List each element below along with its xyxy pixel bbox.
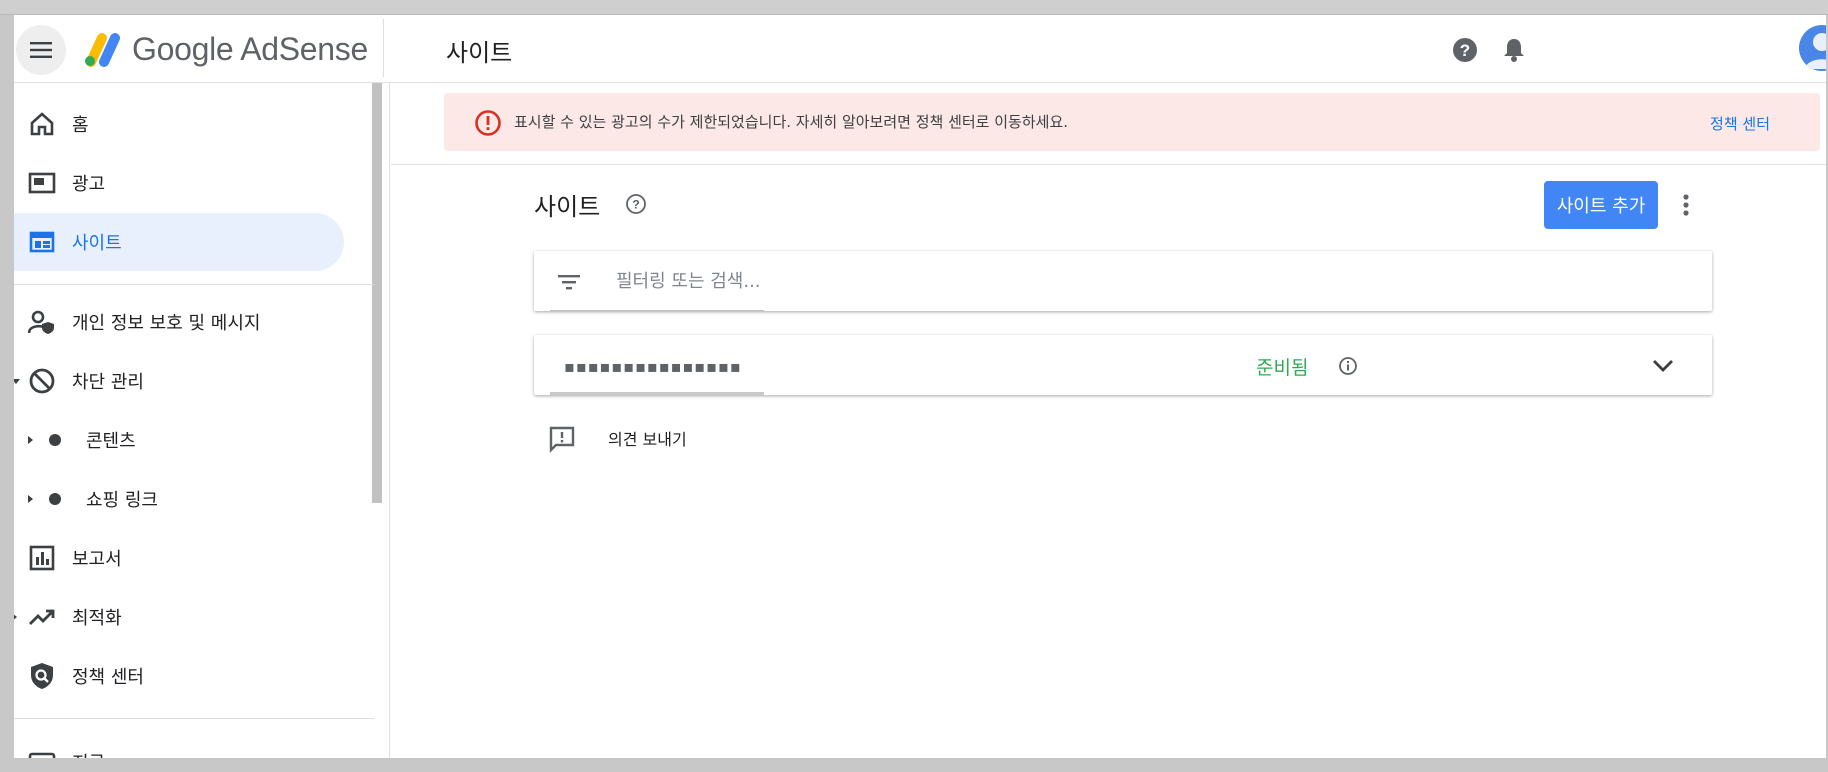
search-underline xyxy=(550,310,764,311)
app-header: Google AdSense 사이트 ? xyxy=(14,15,1826,83)
banner-message: 표시할 수 있는 광고의 수가 제한되었습니다. 자세히 알아보려면 정책 센터… xyxy=(514,113,1069,131)
ads-icon xyxy=(26,167,58,199)
add-site-button[interactable]: 사이트 추가 xyxy=(1544,181,1658,229)
more-options-button[interactable] xyxy=(1672,191,1700,219)
more-vert-icon xyxy=(1683,194,1689,216)
sidebar-item-label: 쇼핑 링크 xyxy=(86,490,158,511)
sidebar-item-label: 정책 센터 xyxy=(72,667,144,688)
feedback-label: 의견 보내기 xyxy=(608,430,687,449)
payments-icon xyxy=(26,746,58,758)
sidebar-nav: 홈 광고 사이트 개인 정보 보호 및 메시지 차단 관리 콘텐츠 쇼핑 링크 … xyxy=(14,83,390,758)
app-name: Google AdSense xyxy=(132,30,368,67)
sidebar-divider xyxy=(14,284,374,285)
bell-icon xyxy=(1504,39,1524,62)
help-button[interactable]: ? xyxy=(1450,35,1480,65)
dot-icon xyxy=(49,434,61,446)
sidebar-item-reports[interactable]: 보고서 xyxy=(14,529,344,587)
adsense-logo-icon xyxy=(85,33,120,67)
dot-icon xyxy=(49,493,61,505)
policy-warning-banner: 표시할 수 있는 광고의 수가 제한되었습니다. 자세히 알아보려면 정책 센터… xyxy=(444,93,1820,151)
sidebar-item-label: 보고서 xyxy=(72,549,122,570)
sidebar-item-policy-center[interactable]: 정책 센터 xyxy=(14,647,344,705)
sidebar-item-label: 콘텐츠 xyxy=(86,431,136,452)
chevron-down-icon[interactable] xyxy=(1649,351,1677,379)
search-input[interactable] xyxy=(616,267,1616,295)
account-avatar[interactable] xyxy=(1799,25,1826,71)
feedback-icon xyxy=(549,426,575,453)
sites-icon xyxy=(26,226,58,258)
sidebar-item-label: 광고 xyxy=(72,174,106,195)
header-divider xyxy=(383,19,384,77)
window-frame-top xyxy=(0,0,1828,15)
send-feedback-button[interactable]: 의견 보내기 xyxy=(548,423,687,455)
sidebar-item-sites[interactable]: 사이트 xyxy=(14,213,344,271)
optimization-icon xyxy=(26,601,58,633)
sidebar-item-content[interactable]: 콘텐츠 xyxy=(14,411,344,469)
privacy-icon xyxy=(26,306,58,338)
sidebar-divider xyxy=(14,718,374,719)
main-menu-button[interactable] xyxy=(16,25,66,75)
browser-window: Google AdSense 사이트 ? 홈 광고 사이트 개인 정보 보호 및… xyxy=(14,15,1826,758)
section-title: 사이트 xyxy=(534,193,601,221)
svg-text:?: ? xyxy=(632,198,639,212)
sidebar-item-label: 사이트 xyxy=(72,233,122,254)
hamburger-icon xyxy=(30,42,52,58)
adsense-logo[interactable]: Google AdSense xyxy=(82,27,368,71)
sidebar-item-privacy-messaging[interactable]: 개인 정보 보호 및 메시지 xyxy=(14,293,344,351)
sidebar-item-home[interactable]: 홈 xyxy=(14,95,344,153)
expand-caret-icon[interactable] xyxy=(28,495,33,503)
svg-text:?: ? xyxy=(1460,41,1470,60)
sidebar-item-label: 최적화 xyxy=(72,608,122,629)
sidebar-item-blocking-controls[interactable]: 차단 관리 xyxy=(14,352,344,410)
sidebar-item-optimization[interactable]: 최적화 xyxy=(14,588,344,646)
home-icon xyxy=(26,108,58,140)
expand-caret-icon[interactable] xyxy=(14,613,17,621)
error-icon xyxy=(475,110,501,136)
banner-divider xyxy=(391,164,1826,165)
notifications-button[interactable] xyxy=(1499,35,1529,65)
site-status: 준비됨 xyxy=(1256,357,1309,379)
help-outline-icon[interactable]: ? xyxy=(625,193,647,215)
sidebar-scrollbar[interactable] xyxy=(372,83,382,503)
sidebar-item-label: 홈 xyxy=(72,115,89,136)
expand-caret-icon[interactable] xyxy=(14,379,20,384)
sidebar-item-label: 차단 관리 xyxy=(72,372,144,393)
info-icon[interactable] xyxy=(1338,356,1358,376)
sidebar-item-label: 지급 xyxy=(72,749,105,758)
help-icon: ? xyxy=(1453,38,1477,62)
policy-center-link[interactable]: 정책 센터 xyxy=(1710,113,1770,134)
page-title: 사이트 xyxy=(446,39,513,67)
block-icon xyxy=(26,365,58,397)
sidebar-item-label: 개인 정보 보호 및 메시지 xyxy=(72,313,261,334)
expand-caret-icon[interactable] xyxy=(28,436,33,444)
filter-icon[interactable] xyxy=(556,269,582,295)
sidebar-item-ads[interactable]: 광고 xyxy=(14,154,344,212)
person-icon xyxy=(1805,33,1826,69)
policy-icon xyxy=(26,660,58,692)
reports-icon xyxy=(26,542,58,574)
sidebar-item-shopping-links[interactable]: 쇼핑 링크 xyxy=(14,470,344,528)
site-row[interactable]: ▪▪▪▪▪▪▪▪▪▪▪▪▪▪▪ 준비됨 xyxy=(534,335,1712,395)
filter-search-bar xyxy=(534,251,1712,311)
site-name-underline xyxy=(550,392,764,395)
sidebar-item-payments[interactable]: 지급 xyxy=(14,733,344,758)
site-name-cell: ▪▪▪▪▪▪▪▪▪▪▪▪▪▪▪ xyxy=(550,335,764,395)
site-name: ▪▪▪▪▪▪▪▪▪▪▪▪▪▪▪ xyxy=(564,357,742,376)
